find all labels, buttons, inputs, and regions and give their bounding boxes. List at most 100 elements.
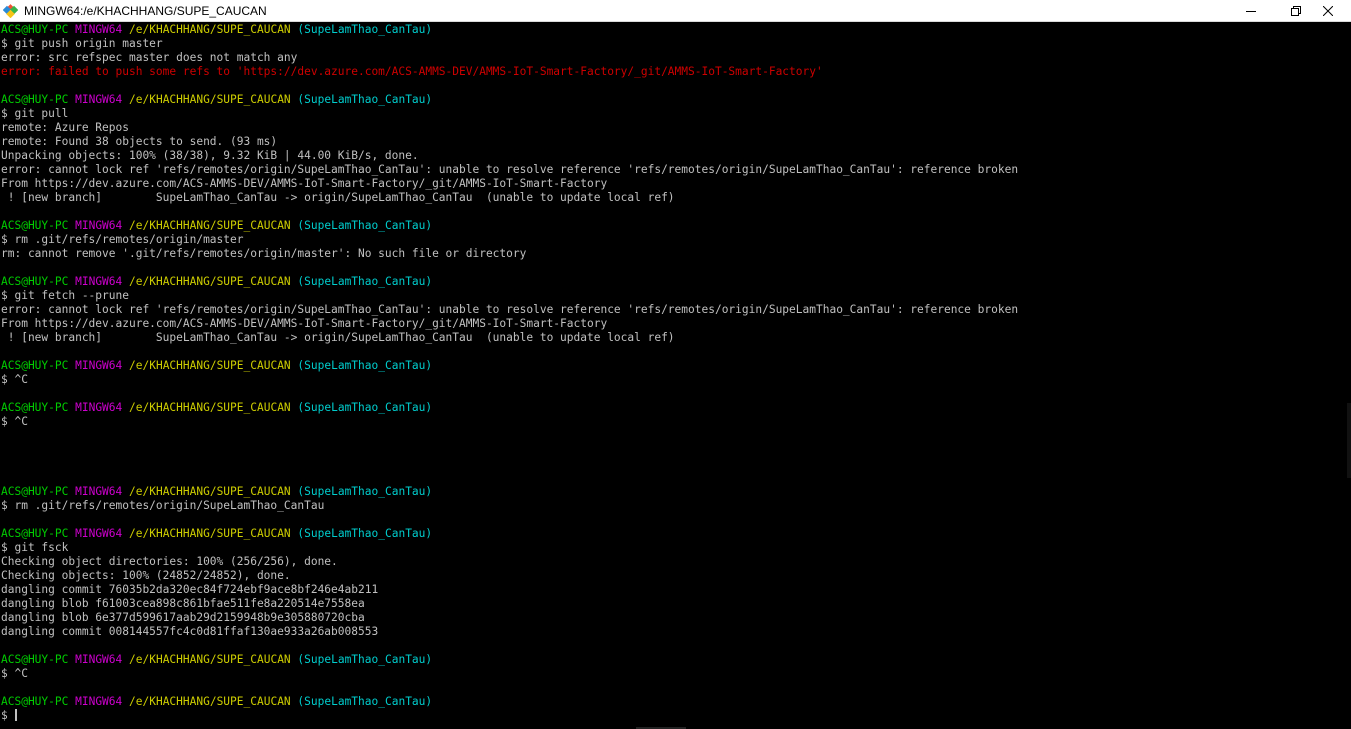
terminal-output[interactable]: ACS@HUY-PC MINGW64 /e/KHACHHANG/SUPE_CAU… (0, 23, 1351, 729)
minimize-icon (1246, 6, 1256, 16)
git-bash-app-icon[interactable] (2, 3, 19, 19)
prompt-user-host: ACS@HUY-PC (1, 653, 69, 666)
output-line: dangling blob 6e377d599617aab29d2159948b… (1, 611, 1351, 625)
output-line: Checking objects: 100% (24852/24852), do… (1, 569, 1351, 583)
prompt-branch: (SupeLamThao_CanTau) (297, 653, 433, 666)
git-bash-window: MINGW64:/e/KHACHHANG/SUPE_CAUCAN ACS@HUY… (0, 0, 1351, 729)
output-line: dangling commit 76035b2da320ec84f724ebf9… (1, 583, 1351, 597)
prompt-line: ACS@HUY-PC MINGW64 /e/KHACHHANG/SUPE_CAU… (1, 23, 1351, 37)
prompt-branch: (SupeLamThao_CanTau) (297, 527, 433, 540)
prompt-line: ACS@HUY-PC MINGW64 /e/KHACHHANG/SUPE_CAU… (1, 275, 1351, 289)
output-text: remote: Found 38 objects to send. (93 ms… (1, 135, 278, 148)
prompt-path: /e/KHACHHANG/SUPE_CAUCAN (129, 93, 291, 106)
output-text: From https://dev.azure.com/ACS-AMMS-DEV/… (1, 317, 608, 330)
output-line: $ ^C (1, 373, 1351, 387)
prompt-branch: (SupeLamThao_CanTau) (297, 219, 433, 232)
output-text: remote: Azure Repos (1, 121, 129, 134)
prompt-line: ACS@HUY-PC MINGW64 /e/KHACHHANG/SUPE_CAU… (1, 695, 1351, 709)
output-text: $ rm .git/refs/remotes/origin/SupeLamTha… (1, 499, 325, 512)
prompt-branch: (SupeLamThao_CanTau) (297, 485, 433, 498)
command-input[interactable]: $ (1, 709, 14, 722)
output-text: $ git pull (1, 107, 69, 120)
output-text: $ ^C (1, 667, 28, 680)
prompt-line: ACS@HUY-PC MINGW64 /e/KHACHHANG/SUPE_CAU… (1, 93, 1351, 107)
prompt-shell: MINGW64 (75, 219, 123, 232)
output-line: $ ^C (1, 667, 1351, 681)
output-line: $ git fsck (1, 541, 1351, 555)
output-line: dangling commit 008144557fc4c0d81ffaf130… (1, 625, 1351, 639)
output-line: Unpacking objects: 100% (38/38), 9.32 Ki… (1, 149, 1351, 163)
output-line: remote: Found 38 objects to send. (93 ms… (1, 135, 1351, 149)
output-text: error: cannot lock ref 'refs/remotes/ori… (1, 303, 1019, 316)
output-text: $ git push origin master (1, 37, 163, 50)
prompt-user-host: ACS@HUY-PC (1, 695, 69, 708)
prompt-branch: (SupeLamThao_CanTau) (297, 401, 433, 414)
output-text: $ git fetch --prune (1, 289, 129, 302)
output-text: ! [new branch] SupeLamThao_CanTau -> ori… (1, 331, 675, 344)
prompt-user-host: ACS@HUY-PC (1, 359, 69, 372)
prompt-shell: MINGW64 (75, 485, 123, 498)
close-button[interactable] (1305, 0, 1351, 22)
output-text: dangling blob 6e377d599617aab29d2159948b… (1, 611, 365, 624)
text-cursor (15, 709, 18, 721)
output-text: Unpacking objects: 100% (38/38), 9.32 Ki… (1, 149, 419, 162)
prompt-shell: MINGW64 (75, 695, 123, 708)
prompt-line: ACS@HUY-PC MINGW64 /e/KHACHHANG/SUPE_CAU… (1, 485, 1351, 499)
prompt-path: /e/KHACHHANG/SUPE_CAUCAN (129, 219, 291, 232)
input-line: $ (1, 709, 1351, 723)
output-line: Checking object directories: 100% (256/2… (1, 555, 1351, 569)
prompt-line: ACS@HUY-PC MINGW64 /e/KHACHHANG/SUPE_CAU… (1, 359, 1351, 373)
prompt-path: /e/KHACHHANG/SUPE_CAUCAN (129, 275, 291, 288)
close-icon (1323, 6, 1333, 16)
output-text: ! [new branch] SupeLamThao_CanTau -> ori… (1, 191, 675, 204)
output-line: ! [new branch] SupeLamThao_CanTau -> ori… (1, 331, 1351, 345)
output-text: dangling commit 008144557fc4c0d81ffaf130… (1, 625, 379, 638)
terminal-scrollbar[interactable] (1347, 403, 1351, 478)
prompt-shell: MINGW64 (75, 653, 123, 666)
output-text: $ git fsck (1, 541, 69, 554)
prompt-path: /e/KHACHHANG/SUPE_CAUCAN (129, 23, 291, 36)
output-line: ! [new branch] SupeLamThao_CanTau -> ori… (1, 191, 1351, 205)
prompt-path: /e/KHACHHANG/SUPE_CAUCAN (129, 695, 291, 708)
restore-icon (1291, 6, 1301, 16)
prompt-line: ACS@HUY-PC MINGW64 /e/KHACHHANG/SUPE_CAU… (1, 401, 1351, 415)
prompt-path: /e/KHACHHANG/SUPE_CAUCAN (129, 401, 291, 414)
prompt-shell: MINGW64 (75, 401, 123, 414)
prompt-path: /e/KHACHHANG/SUPE_CAUCAN (129, 359, 291, 372)
prompt-branch: (SupeLamThao_CanTau) (297, 23, 433, 36)
prompt-path: /e/KHACHHANG/SUPE_CAUCAN (129, 653, 291, 666)
output-line: remote: Azure Repos (1, 121, 1351, 135)
prompt-path: /e/KHACHHANG/SUPE_CAUCAN (129, 527, 291, 540)
prompt-branch: (SupeLamThao_CanTau) (297, 93, 433, 106)
output-line: error: cannot lock ref 'refs/remotes/ori… (1, 303, 1351, 317)
prompt-user-host: ACS@HUY-PC (1, 401, 69, 414)
prompt-line: ACS@HUY-PC MINGW64 /e/KHACHHANG/SUPE_CAU… (1, 527, 1351, 541)
window-title: MINGW64:/e/KHACHHANG/SUPE_CAUCAN (24, 4, 267, 18)
prompt-user-host: ACS@HUY-PC (1, 275, 69, 288)
prompt-user-host: ACS@HUY-PC (1, 527, 69, 540)
prompt-user-host: ACS@HUY-PC (1, 219, 69, 232)
error-line: error: failed to push some refs to 'http… (1, 65, 1351, 79)
output-line: error: cannot lock ref 'refs/remotes/ori… (1, 163, 1351, 177)
prompt-user-host: ACS@HUY-PC (1, 485, 69, 498)
output-text: error: cannot lock ref 'refs/remotes/ori… (1, 163, 1019, 176)
prompt-line: ACS@HUY-PC MINGW64 /e/KHACHHANG/SUPE_CAU… (1, 219, 1351, 233)
output-text: $ ^C (1, 373, 28, 386)
error-text: error: failed to push some refs to 'http… (1, 65, 823, 78)
output-text: $ ^C (1, 415, 28, 428)
output-line: $ git push origin master (1, 37, 1351, 51)
output-text: Checking object directories: 100% (256/2… (1, 555, 338, 568)
prompt-path: /e/KHACHHANG/SUPE_CAUCAN (129, 485, 291, 498)
title-bar[interactable]: MINGW64:/e/KHACHHANG/SUPE_CAUCAN (0, 0, 1351, 22)
prompt-shell: MINGW64 (75, 527, 123, 540)
output-text: From https://dev.azure.com/ACS-AMMS-DEV/… (1, 177, 608, 190)
minimize-button[interactable] (1228, 0, 1274, 22)
